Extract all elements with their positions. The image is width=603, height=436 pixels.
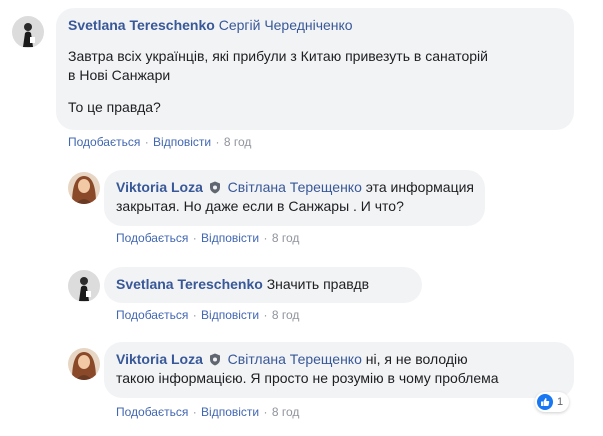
timestamp[interactable]: 8 год (272, 405, 300, 419)
mention-link[interactable]: Світлана Терещенко (228, 179, 362, 195)
shield-icon (209, 353, 220, 366)
like-icon (537, 394, 553, 410)
comment-text: ні, я не володію (365, 351, 468, 367)
separator: · (263, 405, 268, 419)
avatar[interactable] (68, 348, 100, 380)
comment-question: То це правда? (68, 99, 161, 115)
comment-bubble: Svetlana Tereschenko Сергій Чередніченко… (56, 8, 574, 130)
mention-link[interactable]: Сергій Чередніченко (219, 17, 353, 33)
timestamp[interactable]: 8 год (272, 231, 300, 245)
like-button[interactable]: Подобається (116, 308, 188, 322)
like-button[interactable]: Подобається (116, 231, 188, 245)
timestamp[interactable]: 8 год (272, 308, 300, 322)
like-button[interactable]: Подобається (116, 405, 188, 419)
separator: · (263, 231, 268, 245)
comment-bubble: Svetlana Tereschenko Значить правдв (104, 267, 422, 303)
reply-3: Viktoria Loza Світлана Терещенко ні, я н… (0, 336, 603, 436)
comment-text-line: Завтра всіх українців, які прибули з Кит… (68, 48, 488, 64)
mention-link[interactable]: Світлана Терещенко (228, 351, 362, 367)
reply-button[interactable]: Відповісти (201, 308, 259, 322)
separator: · (192, 308, 197, 322)
comment-actions: Подобається · Відповісти · 8 год (68, 135, 251, 149)
reply-button[interactable]: Відповісти (201, 231, 259, 245)
comment-bubble: Viktoria Loza Світлана Терещенко эта инф… (104, 170, 485, 226)
comment-thread: Svetlana Tereschenko Сергій Чередніченко… (0, 0, 603, 436)
comment-actions: Подобається · Відповісти · 8 год (116, 308, 299, 322)
reply-button[interactable]: Відповісти (153, 135, 211, 149)
separator: · (144, 135, 149, 149)
author-name[interactable]: Viktoria Loza (116, 179, 203, 195)
comment-text: Завтра всіх українців, які прибули з Кит… (68, 47, 562, 85)
comment-text-line: закрытая. Но даже если в Санжары . И что… (116, 198, 404, 214)
timestamp[interactable]: 8 год (224, 135, 252, 149)
shield-icon (209, 181, 220, 194)
author-name[interactable]: Svetlana Tereschenko (68, 17, 215, 33)
reaction-count[interactable]: 1 (535, 392, 570, 412)
comment-actions: Подобається · Відповісти · 8 год (116, 231, 299, 245)
avatar[interactable] (68, 172, 100, 204)
reply-2: Svetlana Tereschenko Значить правдв Подо… (0, 260, 603, 330)
comment-text-line: такою інформацією. Я просто не розумію в… (116, 370, 499, 386)
comment-text-line: в Нові Санжари (68, 67, 171, 83)
avatar[interactable] (12, 16, 44, 48)
like-button[interactable]: Подобається (68, 135, 140, 149)
separator: · (192, 405, 197, 419)
reaction-number: 1 (557, 396, 564, 408)
comment-text: эта информация (365, 179, 475, 195)
author-name[interactable]: Viktoria Loza (116, 351, 203, 367)
separator: · (215, 135, 220, 149)
author-name[interactable]: Svetlana Tereschenko (116, 276, 263, 292)
separator: · (263, 308, 268, 322)
separator: · (192, 231, 197, 245)
reply-button[interactable]: Відповісти (201, 405, 259, 419)
reply-1: Viktoria Loza Світлана Терещенко эта инф… (0, 160, 603, 250)
comment-bubble: Viktoria Loza Світлана Терещенко ні, я н… (104, 342, 574, 398)
comment-actions: Подобається · Відповісти · 8 год (116, 405, 299, 419)
comment-1: Svetlana Tereschenko Сергій Чередніченко… (0, 0, 603, 160)
comment-text: Значить правдв (266, 276, 370, 292)
avatar[interactable] (68, 270, 100, 302)
